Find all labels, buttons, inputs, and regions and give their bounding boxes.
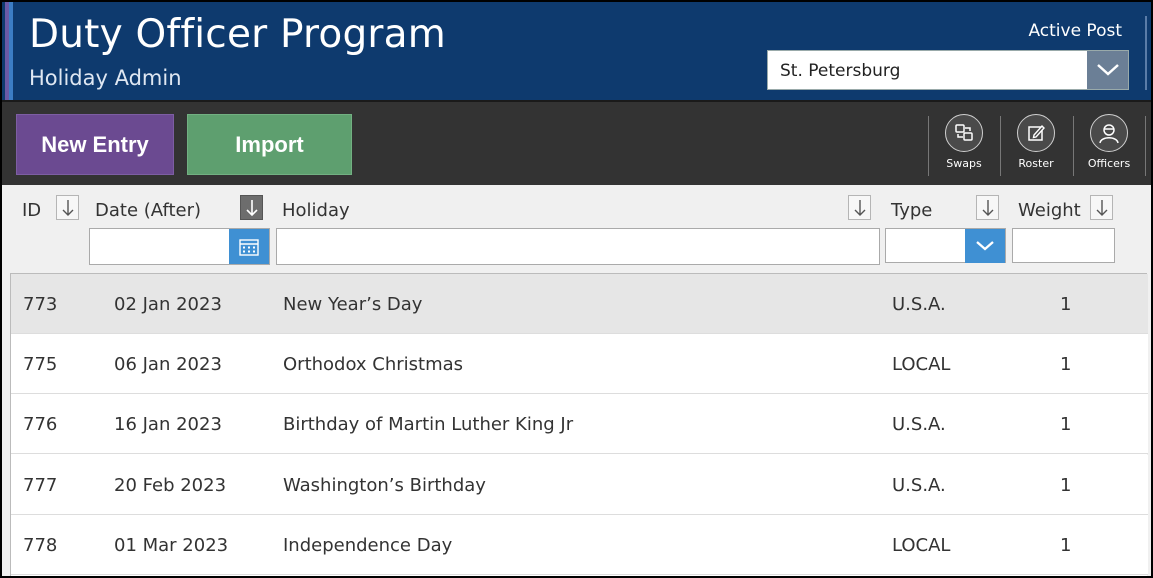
cell-type: LOCAL — [892, 354, 951, 375]
weight-filter-input[interactable] — [1012, 228, 1115, 263]
cell-weight: 1 — [1060, 475, 1072, 496]
cell-weight: 1 — [1060, 294, 1072, 315]
cell-type: U.S.A. — [892, 414, 946, 435]
swap-icon — [945, 114, 983, 152]
import-button[interactable]: Import — [187, 114, 352, 175]
toolbar: New Entry Import Swaps Roster Officers — [2, 100, 1151, 185]
cell-type: LOCAL — [892, 535, 951, 556]
header-accent-bar — [5, 2, 13, 100]
table-row[interactable]: 775 06 Jan 2023 Orthodox Christmas LOCAL… — [11, 334, 1148, 394]
nav-swaps[interactable]: Swaps — [929, 114, 999, 178]
cell-holiday: Birthday of Martin Luther King Jr — [283, 414, 574, 435]
sort-date-button[interactable] — [240, 195, 263, 220]
cell-holiday: Washington’s Birthday — [283, 475, 486, 496]
app-title: Duty Officer Program — [29, 12, 446, 57]
active-post-select[interactable]: St. Petersburg — [767, 50, 1129, 90]
sort-type-button[interactable] — [976, 195, 999, 220]
app-window: Duty Officer Program Holiday Admin Activ… — [2, 2, 1151, 576]
table-row[interactable]: 777 20 Feb 2023 Washington’s Birthday U.… — [11, 455, 1148, 515]
cell-holiday: Independence Day — [283, 535, 453, 556]
cell-weight: 1 — [1060, 414, 1072, 435]
nav-swaps-label: Swaps — [946, 157, 982, 170]
cell-date: 16 Jan 2023 — [114, 414, 222, 435]
officer-icon — [1090, 114, 1128, 152]
calendar-icon[interactable] — [229, 229, 269, 264]
cell-holiday: Orthodox Christmas — [283, 354, 464, 375]
new-entry-button[interactable]: New Entry — [16, 114, 174, 175]
cell-date: 06 Jan 2023 — [114, 354, 222, 375]
cell-id: 776 — [23, 414, 58, 435]
cell-id: 778 — [23, 535, 58, 556]
cell-id: 773 — [23, 294, 58, 315]
column-header-date: Date (After) — [95, 200, 202, 221]
edit-icon — [1017, 114, 1055, 152]
nav-officers-label: Officers — [1087, 157, 1131, 170]
column-header-weight: Weight — [1018, 200, 1081, 221]
sort-holiday-button[interactable] — [848, 195, 871, 220]
nav-officers[interactable]: Officers — [1074, 114, 1144, 178]
holiday-filter-input[interactable] — [276, 228, 880, 265]
app-header: Duty Officer Program Holiday Admin Activ… — [2, 2, 1151, 100]
cell-id: 775 — [23, 354, 58, 375]
column-header-id: ID — [22, 200, 42, 221]
page-subtitle: Holiday Admin — [29, 66, 182, 90]
nav-roster[interactable]: Roster — [1001, 114, 1071, 178]
header-divider — [1145, 16, 1147, 90]
active-post-label: Active Post — [1028, 21, 1122, 41]
active-post-value: St. Petersburg — [780, 61, 901, 81]
table-row[interactable]: 773 02 Jan 2023 New Year’s Day U.S.A. 1 — [11, 274, 1148, 334]
chevron-down-icon[interactable] — [1087, 51, 1128, 89]
holiday-table: 773 02 Jan 2023 New Year’s Day U.S.A. 1 … — [10, 273, 1148, 576]
cell-date: 02 Jan 2023 — [114, 294, 222, 315]
cell-date: 20 Feb 2023 — [114, 475, 227, 496]
cell-date: 01 Mar 2023 — [114, 535, 229, 556]
nav-roster-label: Roster — [1018, 157, 1054, 170]
sort-id-button[interactable] — [56, 195, 79, 220]
column-headers: ID Date (After) Holiday Type Weight — [2, 185, 1151, 273]
sort-weight-button[interactable] — [1090, 195, 1113, 220]
column-header-type: Type — [891, 200, 933, 221]
table-row[interactable]: 778 01 Mar 2023 Independence Day LOCAL 1 — [11, 515, 1148, 575]
cell-weight: 1 — [1060, 535, 1072, 556]
cell-weight: 1 — [1060, 354, 1072, 375]
cell-type: U.S.A. — [892, 475, 946, 496]
table-row[interactable]: 776 16 Jan 2023 Birthday of Martin Luthe… — [11, 394, 1148, 454]
cell-id: 777 — [23, 475, 58, 496]
cell-type: U.S.A. — [892, 294, 946, 315]
chevron-down-icon[interactable] — [965, 229, 1005, 263]
cell-holiday: New Year’s Day — [283, 294, 423, 315]
toolbar-divider — [1145, 116, 1146, 176]
column-header-holiday: Holiday — [282, 200, 350, 221]
